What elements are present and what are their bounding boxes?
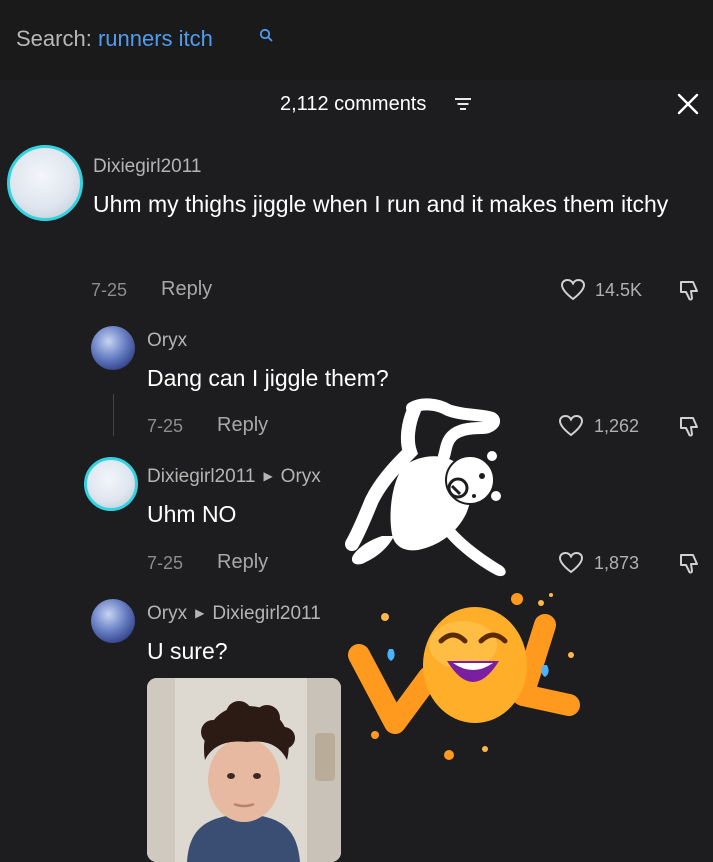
- thread-line: [113, 394, 114, 436]
- heart-icon[interactable]: [558, 551, 584, 575]
- reply-button[interactable]: Reply: [217, 551, 268, 574]
- reply-arrow-icon: ▶: [263, 469, 273, 483]
- comment-date: 7-25: [91, 280, 128, 300]
- heart-icon[interactable]: [560, 278, 586, 302]
- search-bar[interactable]: Search: runners itch: [0, 0, 713, 80]
- reply-button[interactable]: Reply: [161, 278, 212, 301]
- reply-to-username[interactable]: Oryx: [281, 466, 321, 487]
- dislike-icon[interactable]: [678, 551, 702, 575]
- comment-date: 7-25: [147, 553, 184, 573]
- comment-text: U sure?: [147, 638, 228, 664]
- avatar[interactable]: [84, 457, 138, 511]
- avatar[interactable]: [91, 599, 135, 643]
- comment-username[interactable]: Dixiegirl2011: [147, 466, 255, 487]
- comment-photo[interactable]: [147, 678, 341, 862]
- search-label: Search:: [16, 26, 92, 51]
- lol-emoji-sticker: [348, 593, 580, 760]
- comment-text: Uhm NO: [147, 501, 237, 527]
- comment-date: 7-25: [147, 416, 184, 436]
- comment-username[interactable]: Oryx: [147, 603, 187, 624]
- comment-text: Uhm my thighs jiggle when I run and it m…: [93, 191, 669, 217]
- dancing-figure-sticker: [345, 398, 506, 577]
- reply-to-username[interactable]: Dixiegirl2011: [212, 603, 320, 624]
- sort-filter-icon[interactable]: [453, 95, 473, 113]
- like-count: 1,262: [594, 416, 640, 436]
- comment-username[interactable]: Oryx: [147, 330, 187, 352]
- search-icon[interactable]: [259, 28, 273, 42]
- comment-reply-header: Oryx ▶ Dixiegirl2011: [147, 603, 321, 625]
- heart-icon[interactable]: [558, 414, 584, 438]
- reply-arrow-icon: ▶: [195, 606, 205, 620]
- comment-username[interactable]: Dixiegirl2011: [93, 156, 201, 178]
- dislike-icon[interactable]: [678, 278, 702, 302]
- close-icon[interactable]: [676, 92, 700, 116]
- comments-count: 2,112 comments: [280, 93, 427, 115]
- avatar[interactable]: [7, 145, 83, 221]
- dislike-icon[interactable]: [678, 414, 702, 438]
- comment-text: Dang can I jiggle them?: [147, 365, 389, 391]
- like-count: 14.5K: [595, 280, 643, 300]
- comment-reply-header: Dixiegirl2011 ▶ Oryx: [147, 466, 321, 488]
- person-photo-illustration: [147, 678, 341, 862]
- avatar[interactable]: [91, 326, 135, 370]
- search-query[interactable]: Search: runners itch: [16, 26, 213, 52]
- search-term[interactable]: runners itch: [98, 26, 213, 51]
- like-count: 1,873: [594, 553, 640, 573]
- reply-button[interactable]: Reply: [217, 414, 268, 437]
